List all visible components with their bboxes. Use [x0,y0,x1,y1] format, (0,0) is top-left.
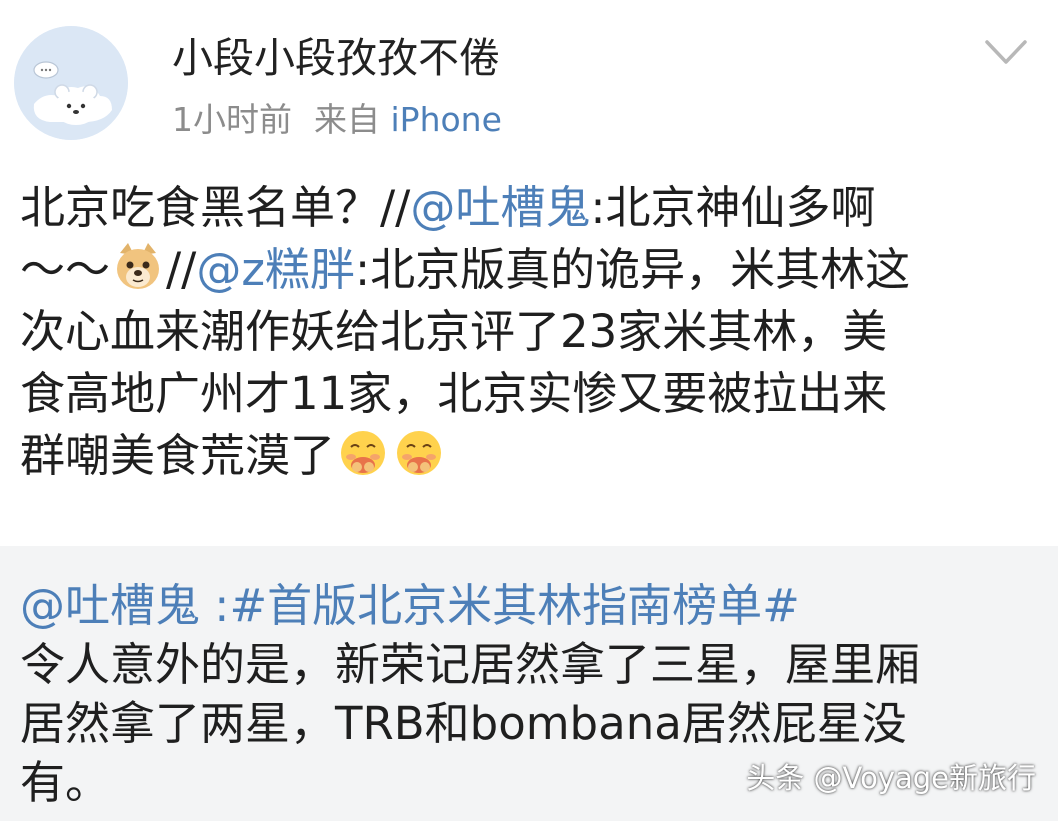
avatar[interactable] [14,26,128,140]
username[interactable]: 小段小段孜孜不倦 [172,30,500,86]
doge-emoji-icon [117,243,160,289]
post-line: ～～ //@z糕胖:北京版真的诡异，米其林这 [20,239,1040,301]
post-line: 群嘲美食荒漠了 [20,425,1040,487]
post-text-segment: 北京吃食黑名单？// [20,181,411,234]
quoted-mention-hashtag[interactable]: @吐槽鬼 :#首版北京米其林指南榜单# [20,576,1040,635]
watermark: 头条 @Voyage新旅行 [746,761,1036,795]
post-line: 食高地广州才11家，北京实惨又要被拉出来 [20,367,888,420]
post-line: 次心血来潮作妖给北京评了23家米其林，美 [20,305,888,358]
bear-avatar-icon [14,26,128,140]
yummy-emoji-icon [397,431,442,475]
source-label: 来自 [314,100,380,139]
post-text-segment: ～～ [20,243,111,296]
post-text: 北京吃食黑名单？//@吐槽鬼:北京神仙多啊 ～～ //@z糕胖:北京版真的诡异，… [20,177,1040,487]
post-text-segment: // [166,243,197,296]
post-text-segment: 群嘲美食荒漠了 [20,429,336,482]
post-text-segment: :北京版真的诡异，米其林这 [354,243,911,296]
yummy-emoji-icon [341,431,386,475]
post-meta: 1小时前 来自 iPhone [172,98,502,142]
post-text-segment: :北京神仙多啊 [590,181,876,234]
post-time: 1小时前 [172,100,292,139]
source-link[interactable]: iPhone [391,100,502,139]
chevron-down-icon[interactable] [984,38,1028,68]
quoted-line: 居然拿了两星，TRB和bombana居然屁星没 [20,697,907,750]
mention-link[interactable]: @吐槽鬼 [410,181,590,234]
mention-link[interactable]: @z糕胖 [196,243,355,296]
post-line: 北京吃食黑名单？//@吐槽鬼:北京神仙多啊 [20,177,1040,239]
quoted-line: 令人意外的是，新荣记居然拿了三星，屋里厢 [20,638,921,691]
